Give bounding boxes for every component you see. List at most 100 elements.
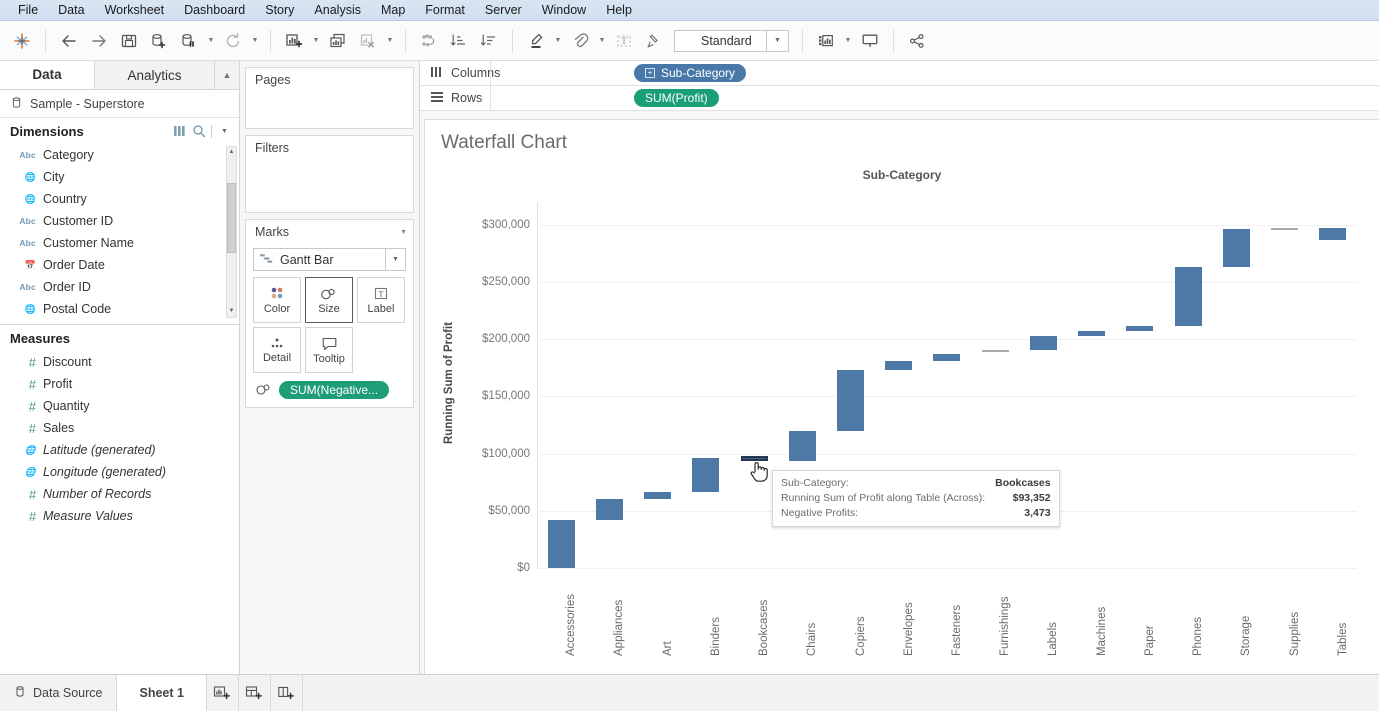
highlight-icon[interactable] bbox=[522, 27, 550, 55]
scroll-up-arrow-icon[interactable]: ▲ bbox=[227, 147, 236, 158]
measure-item-sales[interactable]: # Sales bbox=[0, 417, 239, 439]
menu-item-analysis[interactable]: Analysis bbox=[304, 0, 371, 21]
menu-item-server[interactable]: Server bbox=[475, 0, 532, 21]
scrollbar-thumb[interactable] bbox=[227, 183, 236, 253]
back-arrow-icon[interactable] bbox=[55, 27, 83, 55]
measure-item-profit[interactable]: # Profit bbox=[0, 373, 239, 395]
measure-item-longitude-generated[interactable]: 🌐 Longitude (generated) bbox=[0, 461, 239, 483]
waterfall-bar-machines[interactable] bbox=[1078, 330, 1106, 336]
menu-item-window[interactable]: Window bbox=[532, 0, 596, 21]
waterfall-bar-accessories[interactable] bbox=[547, 520, 575, 568]
scroll-down-arrow-icon[interactable]: ▼ bbox=[227, 306, 236, 317]
pages-card[interactable]: Pages bbox=[245, 67, 414, 129]
pause-auto-updates-icon[interactable] bbox=[175, 27, 203, 55]
mark-type-arrow-icon[interactable]: ▼ bbox=[385, 248, 405, 271]
data-pane-collapse-icon[interactable]: ▲ bbox=[215, 61, 239, 89]
sort-ascending-icon[interactable] bbox=[445, 27, 473, 55]
group-caret-icon[interactable]: ▼ bbox=[596, 28, 608, 54]
size-pill[interactable]: SUM(Negative... bbox=[279, 381, 390, 399]
fit-select[interactable]: Standard ▼ bbox=[674, 29, 789, 52]
share-icon[interactable] bbox=[903, 27, 931, 55]
measure-item-measure-values[interactable]: # Measure Values bbox=[0, 505, 239, 527]
new-dashboard-icon[interactable] bbox=[239, 675, 271, 711]
marks-size-button[interactable]: Size bbox=[305, 277, 353, 323]
tab-data[interactable]: Data bbox=[0, 61, 95, 89]
waterfall-bar-furnishings[interactable] bbox=[981, 350, 1009, 353]
dimension-item-customer-id[interactable]: Abc Customer ID bbox=[0, 210, 239, 232]
waterfall-bar-fasteners[interactable] bbox=[933, 353, 961, 362]
dimension-item-country[interactable]: 🌐 Country bbox=[0, 188, 239, 210]
duplicate-sheet-icon[interactable] bbox=[324, 27, 352, 55]
sheet-tab-sheet1[interactable]: Sheet 1 bbox=[117, 675, 207, 711]
dimension-item-postal-code[interactable]: 🌐 Postal Code bbox=[0, 298, 239, 320]
mark-type-select[interactable]: Gantt Bar ▼ bbox=[253, 248, 406, 271]
show-me-caret-icon[interactable]: ▼ bbox=[842, 28, 854, 54]
show-mark-labels-icon[interactable]: T bbox=[610, 27, 638, 55]
clear-sheet-icon[interactable] bbox=[354, 27, 382, 55]
menu-item-help[interactable]: Help bbox=[596, 0, 642, 21]
waterfall-bar-tables[interactable] bbox=[1319, 227, 1347, 241]
data-source-row[interactable]: Sample - Superstore bbox=[0, 90, 239, 118]
waterfall-bar-supplies[interactable] bbox=[1271, 227, 1299, 230]
marks-label-button[interactable]: T Label bbox=[357, 277, 405, 323]
refresh-caret-icon[interactable]: ▼ bbox=[249, 28, 261, 54]
grid-view-icon[interactable] bbox=[173, 123, 190, 140]
menu-item-format[interactable]: Format bbox=[415, 0, 475, 21]
dimension-item-city[interactable]: 🌐 City bbox=[0, 166, 239, 188]
menu-item-dashboard[interactable]: Dashboard bbox=[174, 0, 255, 21]
presentation-mode-icon[interactable] bbox=[856, 27, 884, 55]
filters-card[interactable]: Filters bbox=[245, 135, 414, 213]
new-worksheet-icon[interactable] bbox=[207, 675, 239, 711]
highlight-caret-icon[interactable]: ▼ bbox=[552, 28, 564, 54]
marks-color-button[interactable]: Color bbox=[253, 277, 301, 323]
waterfall-bar-chairs[interactable] bbox=[788, 430, 816, 462]
waterfall-bar-storage[interactable] bbox=[1222, 229, 1250, 268]
waterfall-bar-art[interactable] bbox=[644, 491, 672, 500]
menu-item-worksheet[interactable]: Worksheet bbox=[95, 0, 175, 21]
save-icon[interactable] bbox=[115, 27, 143, 55]
columns-shelf-dropzone[interactable]: + Sub-Category bbox=[490, 61, 1379, 85]
show-me-icon[interactable] bbox=[812, 27, 840, 55]
measure-item-number-of-records[interactable]: # Number of Records bbox=[0, 483, 239, 505]
waterfall-bar-paper[interactable] bbox=[1126, 325, 1154, 331]
sort-descending-icon[interactable] bbox=[475, 27, 503, 55]
pause-updates-caret-icon[interactable]: ▼ bbox=[205, 28, 217, 54]
menu-item-story[interactable]: Story bbox=[255, 0, 304, 21]
waterfall-bar-binders[interactable] bbox=[692, 457, 720, 492]
dimension-item-category[interactable]: Abc Category bbox=[0, 144, 239, 166]
menu-item-data[interactable]: Data bbox=[48, 0, 94, 21]
columns-pill-sub-category[interactable]: + Sub-Category bbox=[634, 64, 747, 82]
group-members-icon[interactable] bbox=[566, 27, 594, 55]
marks-detail-button[interactable]: Detail bbox=[253, 327, 301, 373]
marks-card-chevron-down-icon[interactable]: ▼ bbox=[400, 229, 407, 236]
fix-axes-icon[interactable] bbox=[640, 27, 668, 55]
fit-select-arrow-icon[interactable]: ▼ bbox=[766, 29, 788, 52]
new-data-source-icon[interactable] bbox=[145, 27, 173, 55]
dimension-item-customer-name[interactable]: Abc Customer Name bbox=[0, 232, 239, 254]
dimensions-menu-chevron-down-icon[interactable]: ▼ bbox=[216, 123, 233, 140]
menu-item-map[interactable]: Map bbox=[371, 0, 415, 21]
worksheet-view[interactable]: Waterfall Chart Sub-Category Running Sum… bbox=[424, 119, 1379, 674]
clear-sheet-caret-icon[interactable]: ▼ bbox=[384, 28, 396, 54]
new-worksheet-caret-icon[interactable]: ▼ bbox=[310, 28, 322, 54]
waterfall-bar-labels[interactable] bbox=[1029, 335, 1057, 351]
rows-shelf-dropzone[interactable]: SUM(Profit) bbox=[490, 86, 1379, 110]
tableau-logo-icon[interactable] bbox=[8, 27, 36, 55]
waterfall-bar-copiers[interactable] bbox=[837, 369, 865, 431]
new-story-icon[interactable] bbox=[271, 675, 303, 711]
refresh-data-source-icon[interactable] bbox=[219, 27, 247, 55]
expand-plus-icon[interactable]: + bbox=[645, 68, 655, 78]
menu-item-file[interactable]: File bbox=[8, 0, 48, 21]
new-worksheet-icon[interactable] bbox=[280, 27, 308, 55]
waterfall-bar-phones[interactable] bbox=[1174, 267, 1202, 326]
search-icon[interactable] bbox=[190, 123, 207, 140]
dimension-item-order-id[interactable]: Abc Order ID bbox=[0, 276, 239, 298]
tab-analytics[interactable]: Analytics bbox=[95, 61, 215, 89]
forward-arrow-icon[interactable] bbox=[85, 27, 113, 55]
dimension-item-order-date[interactable]: 📅 Order Date bbox=[0, 254, 239, 276]
marks-tooltip-button[interactable]: Tooltip bbox=[305, 327, 353, 373]
data-source-tab[interactable]: Data Source bbox=[0, 675, 118, 711]
swap-rows-columns-icon[interactable] bbox=[415, 27, 443, 55]
waterfall-bar-appliances[interactable] bbox=[595, 499, 623, 521]
dimensions-scrollbar[interactable]: ▲ ▼ bbox=[226, 146, 237, 318]
